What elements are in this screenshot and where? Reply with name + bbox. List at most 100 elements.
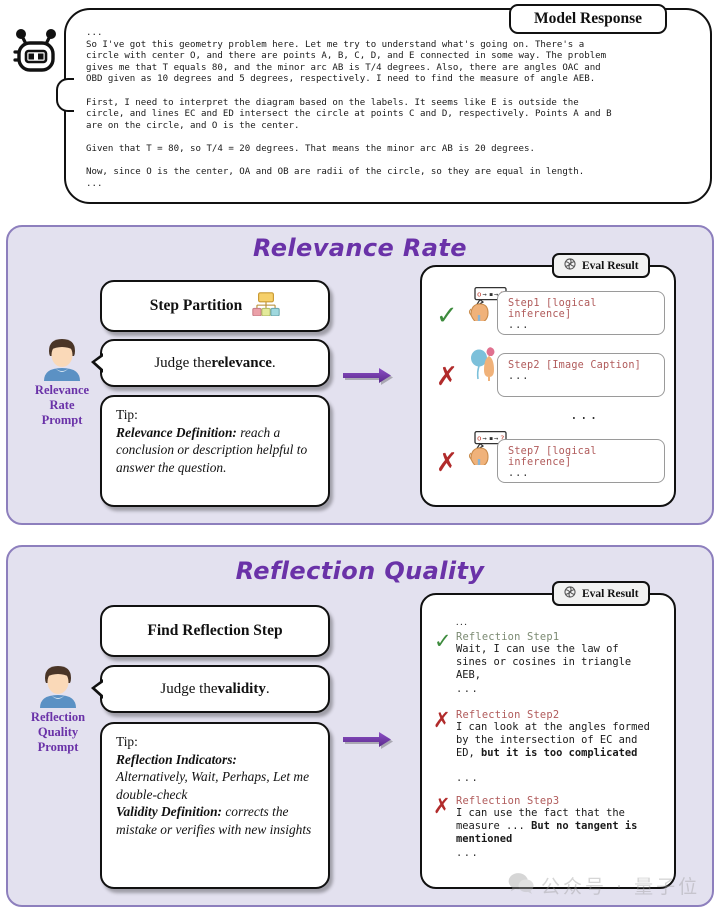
step-partition-label: Step Partition bbox=[149, 297, 243, 314]
judge-prefix: Judge the bbox=[160, 680, 218, 697]
relevance-eval-badge-label: Eval Result bbox=[582, 259, 639, 272]
hierarchy-chart-icon bbox=[252, 291, 280, 321]
reflection-eval-card: Eval Result ... ✓ Reflection Step1 Wait,… bbox=[420, 581, 676, 889]
step-partition-card[interactable]: Step Partition bbox=[100, 280, 330, 332]
watermark-text: 公众号 · 量子位 bbox=[541, 876, 701, 898]
persona-label-line3: Prompt bbox=[37, 740, 79, 754]
robot-head-icon bbox=[8, 22, 64, 78]
openai-logo-icon bbox=[563, 257, 577, 274]
reflection-dots-3: ... bbox=[456, 846, 480, 859]
relevance-tip-body: Tip: Relevance Definition: reach a concl… bbox=[102, 397, 328, 484]
model-response-section: Model Response ... So I've got this geom… bbox=[0, 0, 720, 212]
step-partition-card-content: Step Partition bbox=[102, 282, 328, 330]
reflection-indicators-term: Reflection Indicators: bbox=[116, 751, 237, 767]
persona-label-line3: Prompt bbox=[41, 413, 83, 427]
eval-step-label-2: Step2 [Image Caption] bbox=[508, 360, 642, 371]
judge-relevance-content: Judge the relevance. bbox=[102, 341, 328, 385]
reflection-text-1: Wait, I can use the law of sines or cosi… bbox=[456, 643, 668, 683]
reflection-text-bold-2: but it is too complicated bbox=[481, 747, 638, 760]
eval-step-body-7: ... bbox=[508, 468, 530, 479]
wechat-icon bbox=[508, 872, 534, 899]
right-arrow-icon bbox=[343, 730, 403, 752]
find-reflection-step-content: Find Reflection Step bbox=[102, 607, 328, 655]
judge-validity-content: Judge the validity. bbox=[102, 667, 328, 711]
speech-notch-inner bbox=[95, 355, 105, 371]
find-reflection-step-label: Find Reflection Step bbox=[147, 622, 283, 639]
svg-text:▪: ▪ bbox=[489, 290, 493, 299]
reflection-dots-2: ... bbox=[456, 771, 480, 784]
eval-step-box-1: Step1 [logical inference] ... bbox=[497, 291, 665, 335]
reflection-label-2: Reflection Step2 bbox=[456, 709, 560, 721]
reflection-block-2: ✗ Reflection Step2 I can look at the ang… bbox=[433, 709, 668, 784]
reflection-prompt-label: Reflection Quality Prompt bbox=[12, 710, 104, 755]
svg-text:o: o bbox=[477, 290, 481, 299]
relevance-prompt-label: Relevance Rate Prompt bbox=[16, 383, 108, 428]
cross-icon-reflection2: ✗ bbox=[433, 708, 451, 732]
model-response-badge: Model Response bbox=[509, 4, 667, 34]
tip-lead: Tip: bbox=[116, 407, 138, 422]
relevance-tip-card[interactable]: Tip: Relevance Definition: reach a concl… bbox=[100, 395, 330, 507]
cross-icon-step7: ✗ bbox=[436, 448, 458, 478]
persona-label-line1: Relevance bbox=[34, 383, 90, 397]
relevance-definition-term: Relevance Definition: bbox=[116, 424, 237, 440]
speech-bubble-tail-cover bbox=[70, 80, 78, 110]
reflection-eval-badge-label: Eval Result bbox=[582, 587, 639, 600]
eval-step-row-2: ✗ Step2 [Image Caption] ... bbox=[422, 347, 674, 409]
judge-prefix: Judge the bbox=[154, 354, 212, 371]
persona-label-line1: Reflection bbox=[30, 710, 86, 724]
relevance-prompt-persona: Relevance Rate Prompt bbox=[16, 335, 108, 428]
reflection-text-3: I can use the fact that the measure ... … bbox=[456, 807, 668, 847]
eval-step-box-7: Step7 [logical inference] ... bbox=[497, 439, 665, 483]
judge-suffix: . bbox=[265, 680, 270, 697]
cross-icon-step2: ✗ bbox=[436, 362, 458, 392]
judge-relevance-card[interactable]: Judge the relevance. bbox=[91, 339, 330, 387]
relevance-eval-card: Eval Result ✓ o → ▪ → ? St bbox=[420, 253, 676, 507]
speech-notch-inner bbox=[95, 681, 105, 697]
eval-step-label-1: Step1 [logical inference] bbox=[508, 298, 597, 320]
svg-text:▪: ▪ bbox=[489, 434, 493, 443]
eval-middle-ellipsis: ... bbox=[570, 408, 600, 423]
reflection-text-2: I can look at the angles formed by the i… bbox=[456, 721, 668, 761]
reflection-dots-1: ... bbox=[456, 682, 480, 695]
eval-step-label-7: Step7 [logical inference] bbox=[508, 446, 597, 468]
tip-lead: Tip: bbox=[116, 734, 138, 749]
svg-text:→: → bbox=[483, 435, 487, 443]
person-avatar-icon bbox=[35, 662, 81, 708]
find-reflection-step-card[interactable]: Find Reflection Step bbox=[100, 605, 330, 657]
reflection-block-3: ✗ Reflection Step3 I can use the fact th… bbox=[433, 795, 668, 859]
reflection-eval-badge: Eval Result bbox=[552, 581, 650, 606]
model-response-text: ... So I've got this geometry problem he… bbox=[86, 28, 612, 189]
judge-keyword: validity bbox=[217, 680, 266, 697]
cross-icon-reflection3: ✗ bbox=[433, 794, 451, 818]
persona-label-line2: Quality bbox=[37, 725, 79, 739]
reflection-quality-panel: Reflection Quality Reflection Quality Pr… bbox=[6, 545, 714, 907]
relevance-rate-panel: Relevance Rate Relevance Rate Prompt Ste… bbox=[6, 225, 714, 525]
check-icon-step1: ✓ bbox=[436, 301, 458, 331]
judge-keyword: relevance bbox=[211, 354, 272, 371]
openai-logo-icon bbox=[563, 585, 577, 602]
judge-suffix: . bbox=[271, 354, 276, 371]
judge-validity-card[interactable]: Judge the validity. bbox=[91, 665, 330, 713]
person-avatar-icon bbox=[39, 335, 85, 381]
svg-text:o: o bbox=[477, 434, 481, 443]
validity-definition-term: Validity Definition: bbox=[116, 804, 223, 819]
reflection-tip-card[interactable]: Tip: Reflection Indicators: Alternativel… bbox=[100, 722, 330, 889]
reflection-label-3: Reflection Step3 bbox=[456, 795, 560, 807]
reflection-top-ellipsis: ... bbox=[456, 617, 469, 628]
reflection-label-1: Reflection Step1 bbox=[456, 631, 560, 643]
reflection-tip-body: Tip: Reflection Indicators: Alternativel… bbox=[102, 724, 328, 846]
right-arrow-icon bbox=[343, 366, 403, 388]
eval-step-row-1: ✓ o → ▪ → ? Step1 [logical inference] .. bbox=[422, 286, 674, 347]
reflection-block-1: ✓ Reflection Step1 Wait, I can use the l… bbox=[434, 631, 668, 695]
eval-step-body-2: ... bbox=[508, 371, 530, 382]
relevance-eval-badge: Eval Result bbox=[552, 253, 650, 278]
eval-step-box-2: Step2 [Image Caption] ... bbox=[497, 353, 665, 397]
tip-definition: Relevance Definition: reach a conclusion… bbox=[116, 424, 316, 477]
validity-definition: Validity Definition: corrects the mistak… bbox=[116, 803, 316, 838]
reflection-indicators-desc: Alternatively, Wait, Perhaps, Let me dou… bbox=[116, 769, 310, 802]
reflection-prompt-persona: Reflection Quality Prompt bbox=[12, 662, 104, 755]
eval-step-body-1: ... bbox=[508, 320, 530, 331]
reflection-text-plain-1: Wait, I can use the law of sines or cosi… bbox=[456, 643, 632, 682]
svg-text:→: → bbox=[483, 291, 487, 299]
eval-step-row-7: ✗ o → ▪ → ? Step7 [logical inference] .. bbox=[422, 430, 674, 491]
